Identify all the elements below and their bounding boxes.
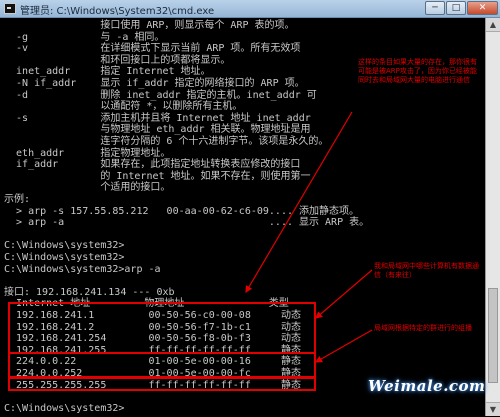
- maximize-button[interactable]: □: [446, 1, 466, 15]
- cmd-window: 管理员: C:\Windows\System32\cmd.exe ─ □ ✕ 接…: [0, 0, 500, 416]
- console-line: C:\Windows\system32>arp -a: [4, 263, 161, 275]
- communication-note: 我和局域网中哪些计算机有数据通信（有来往）: [374, 262, 479, 279]
- cmd-icon: [4, 3, 16, 14]
- title-bar[interactable]: 管理员: C:\Windows\System32\cmd.exe ─ □ ✕: [0, 0, 500, 18]
- console-line: C:\Windows\system32>: [4, 402, 125, 414]
- site-watermark: Weimale.com: [368, 377, 486, 395]
- close-button[interactable]: ✕: [467, 1, 498, 15]
- minimize-button[interactable]: ─: [425, 1, 445, 15]
- multicast-entries-highlight: [8, 352, 316, 378]
- broadcast-entry-highlight: [8, 377, 316, 391]
- dynamic-entries-highlight: [8, 302, 316, 354]
- window-title: 管理员: C:\Windows\System32\cmd.exe: [20, 6, 215, 17]
- multicast-note: 局域网根据特定的群进行的组播: [374, 324, 472, 332]
- scroll-up-arrow-icon[interactable]: ▲: [486, 18, 500, 32]
- vertical-scrollbar[interactable]: ▲ ▼: [485, 18, 500, 416]
- arp-attack-note: 这样的条目如果大量的存在，那你很有可能是被ARP攻击了，因为你已经被能同时去和局…: [358, 58, 477, 84]
- scrollbar-thumb[interactable]: [488, 288, 498, 383]
- scroll-down-arrow-icon[interactable]: ▼: [486, 402, 500, 416]
- console-line: > arp -a .... 显示 ARP 表。: [4, 217, 370, 229]
